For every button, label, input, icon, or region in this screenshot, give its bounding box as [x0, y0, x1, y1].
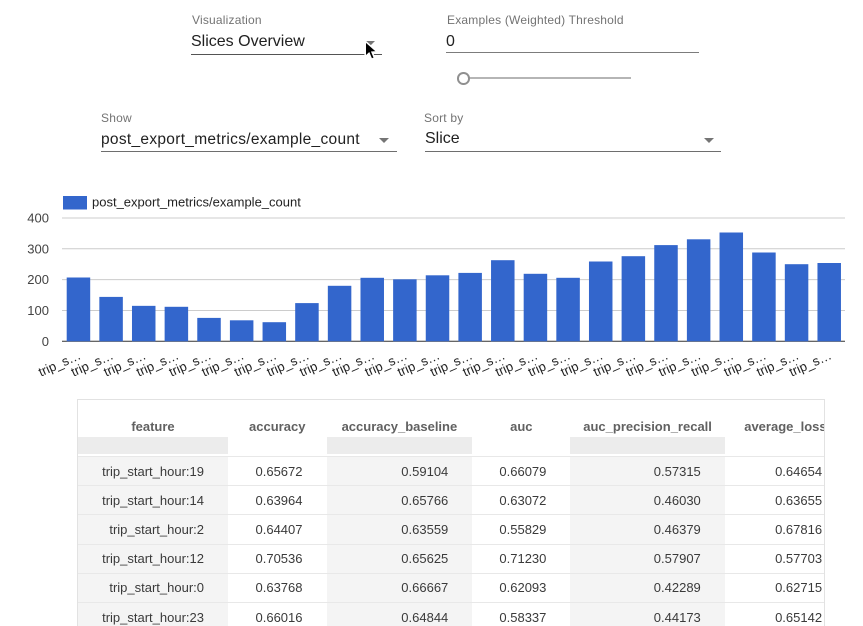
svg-text:post_export_metrics/example_co: post_export_metrics/example_count [92, 195, 301, 210]
svg-text:0: 0 [42, 334, 49, 349]
svg-text:300: 300 [27, 241, 49, 256]
svg-text:200: 200 [27, 272, 49, 287]
svg-text:100: 100 [27, 303, 49, 318]
svg-text:400: 400 [27, 211, 49, 226]
